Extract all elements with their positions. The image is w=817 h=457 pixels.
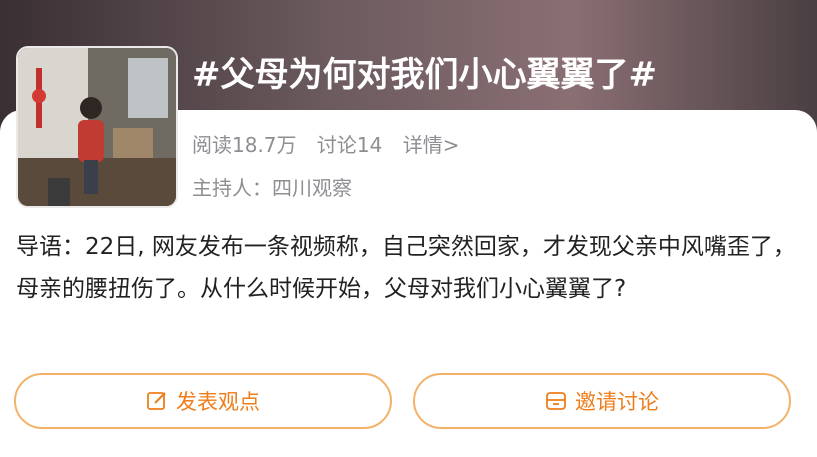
topic-stats: 阅读18.7万 讨论14 详情> xyxy=(192,128,473,162)
topic-intro: 导语：22日, 网友发布一条视频称，自己突然回家，才发现父亲中风嘴歪了，母亲的腰… xyxy=(16,234,796,302)
topic-title: #父母为何对我们小心翼翼了# xyxy=(192,55,657,95)
edit-icon xyxy=(146,390,168,412)
cover-photo xyxy=(18,48,176,206)
topic-cover-image xyxy=(16,46,178,208)
discussion-count: 讨论14 xyxy=(316,133,383,157)
invite-icon xyxy=(545,390,567,412)
invite-discussion-label: 邀请讨论 xyxy=(575,390,659,414)
post-opinion-button[interactable]: 发表观点 xyxy=(14,373,392,429)
read-count: 阅读18.7万 xyxy=(192,133,297,157)
invite-discussion-button[interactable]: 邀请讨论 xyxy=(413,373,791,429)
topic-host: 主持人：四川观察 xyxy=(192,176,352,200)
post-opinion-label: 发表观点 xyxy=(176,390,260,414)
details-link[interactable]: 详情> xyxy=(403,133,460,157)
